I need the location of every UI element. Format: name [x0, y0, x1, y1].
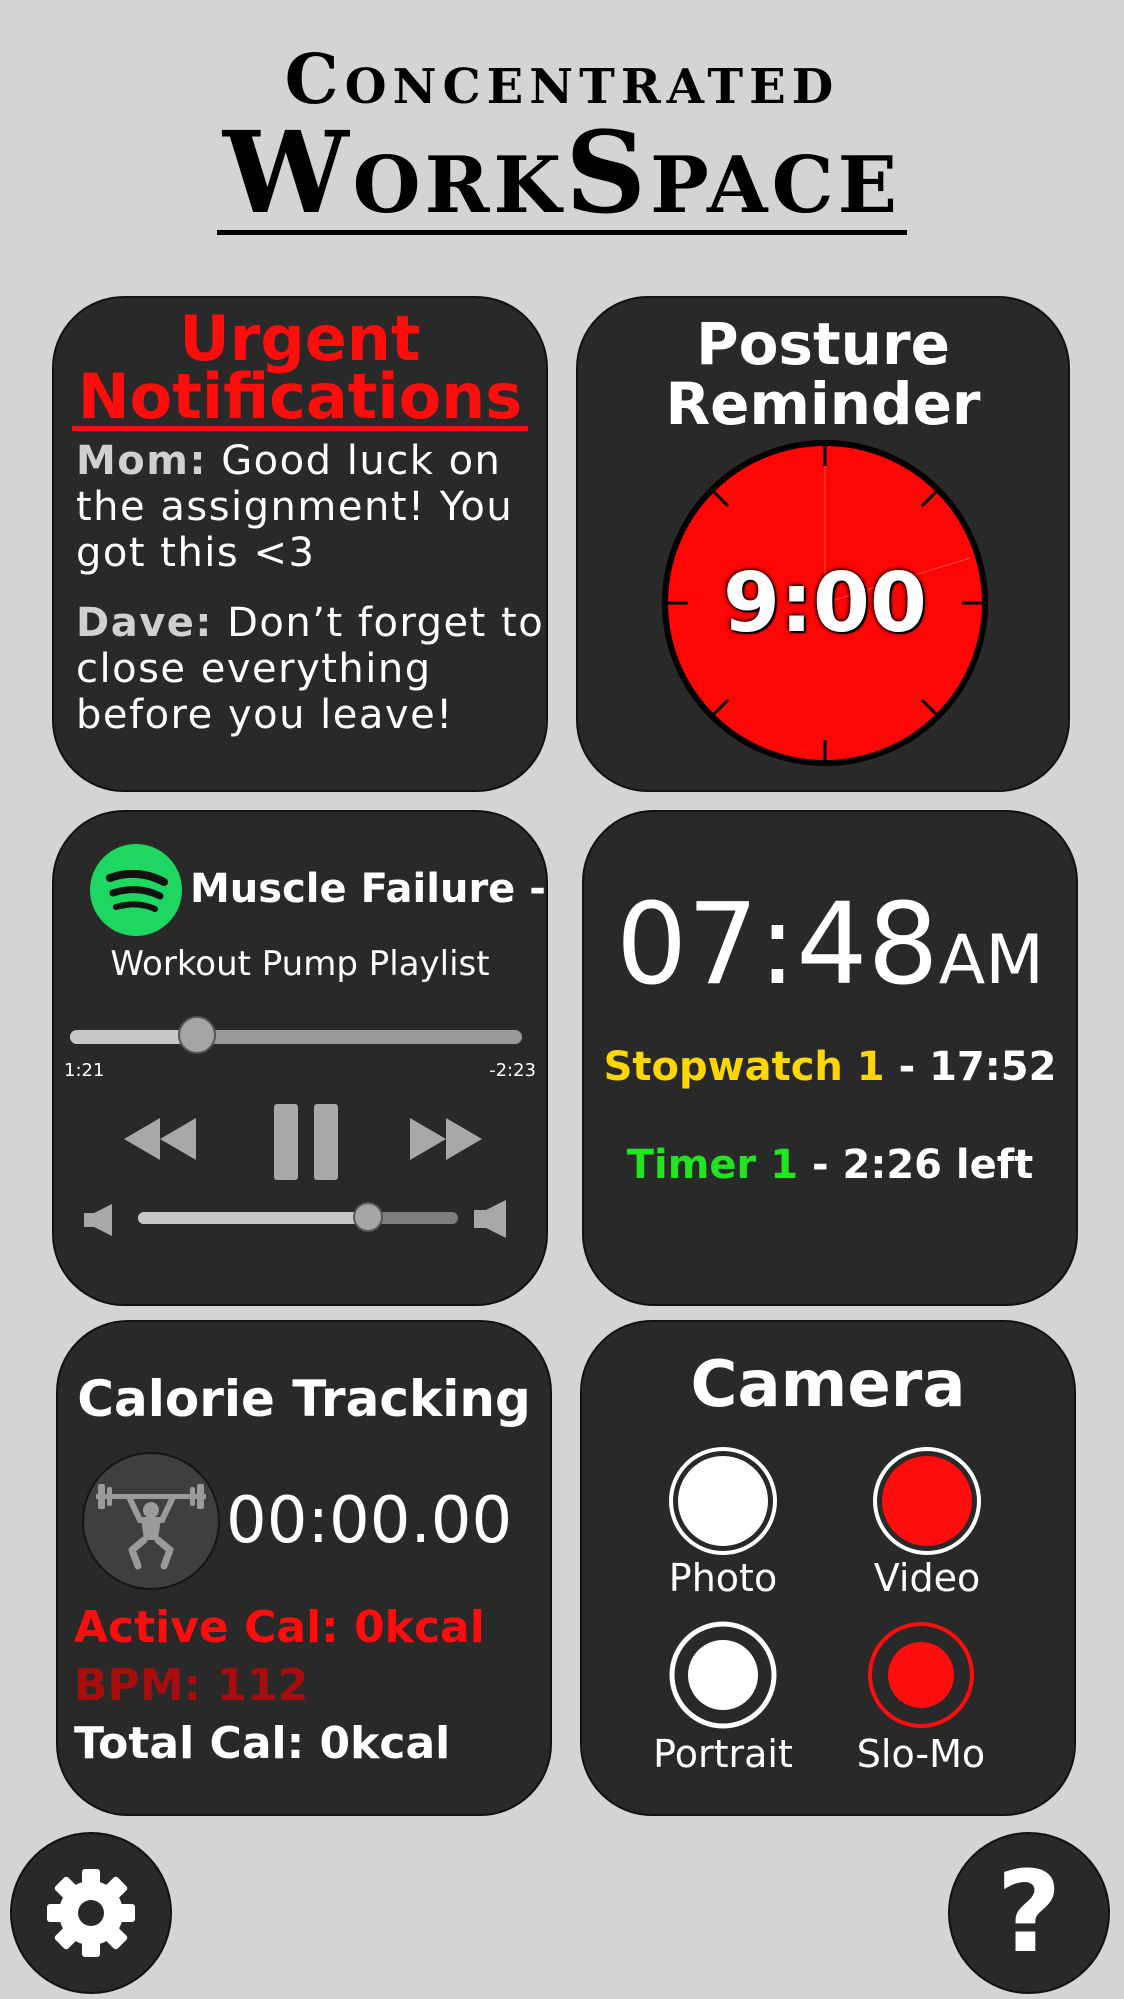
volume-handle[interactable]: [353, 1202, 384, 1232]
gear-icon: [47, 1869, 135, 1957]
camera-widget[interactable]: Camera Photo Video Portrait Slo-Mo: [580, 1320, 1076, 1816]
urgent-notifications-widget[interactable]: Urgent Notifications Mom: Good luck on t…: [52, 296, 548, 792]
calorie-tracking-widget[interactable]: Calorie Tracking 00:00.00 Active Cal: 0k…: [56, 1320, 552, 1816]
slomo-label[interactable]: Slo-Mo: [821, 1732, 1021, 1776]
clock-time-value: 07:48: [616, 880, 939, 1010]
notifications-title: Urgent Notifications: [54, 308, 546, 431]
stopwatch-label: Stopwatch 1: [603, 1044, 885, 1090]
song-title: Muscle Failure -: [190, 866, 546, 912]
message-sender: Mom:: [76, 438, 207, 484]
notification-message[interactable]: Dave: Don’t forget to close everything b…: [76, 600, 546, 738]
volume-low-icon[interactable]: [82, 1202, 116, 1238]
help-button[interactable]: ?: [948, 1832, 1110, 1994]
current-time: 07:48AM: [584, 880, 1076, 1010]
posture-title: Posture Reminder: [665, 310, 981, 438]
clock-ampm: AM: [938, 921, 1044, 1000]
clock-widget[interactable]: 07:48AM Stopwatch 1 - 17:52 Timer 1 - 2:…: [582, 810, 1078, 1306]
video-record-icon[interactable]: [872, 1446, 982, 1556]
rewind-icon[interactable]: [122, 1114, 198, 1164]
message-sender: Dave:: [76, 600, 213, 646]
slomo-record-icon[interactable]: [866, 1620, 976, 1730]
settings-button[interactable]: [10, 1832, 172, 1994]
workout-start-button[interactable]: [82, 1452, 220, 1590]
help-icon: ?: [996, 1848, 1062, 1978]
pause-icon[interactable]: [270, 1102, 342, 1182]
elapsed-time: 1:21: [64, 1060, 105, 1081]
active-calories: Active Cal: 0kcal: [74, 1602, 485, 1653]
heart-rate: BPM: 112: [74, 1660, 309, 1711]
app-title: Concentrated WorkSpace: [0, 40, 1124, 235]
photo-shutter-icon[interactable]: [668, 1446, 778, 1556]
portrait-shutter-icon[interactable]: [668, 1620, 778, 1730]
playlist-name: Workout Pump Playlist: [110, 944, 490, 984]
total-calories: Total Cal: 0kcal: [74, 1718, 451, 1769]
camera-title: Camera: [690, 1348, 966, 1422]
stopwatch-value: - 17:52: [884, 1044, 1057, 1090]
progress-handle[interactable]: [177, 1016, 216, 1054]
timer-value: - 2:26 left: [798, 1142, 1034, 1188]
posture-reminder-widget[interactable]: Posture Reminder 9:00: [576, 296, 1070, 792]
timer-label: Timer 1: [626, 1142, 799, 1188]
workout-timer: 00:00.00: [226, 1484, 513, 1558]
spotify-icon[interactable]: [90, 844, 182, 936]
calorie-title: Calorie Tracking: [77, 1370, 531, 1428]
remaining-time: -2:23: [489, 1060, 536, 1081]
fast-forward-icon[interactable]: [408, 1114, 484, 1164]
volume-slider[interactable]: [138, 1202, 458, 1232]
video-label[interactable]: Video: [827, 1556, 1027, 1600]
music-player-widget[interactable]: Muscle Failure - Workout Pump Playlist 1…: [52, 810, 548, 1306]
portrait-label[interactable]: Portrait: [623, 1732, 823, 1776]
app-title-line2: WorkSpace: [216, 118, 908, 235]
weightlifter-icon: [96, 1484, 206, 1570]
volume-fill: [138, 1212, 369, 1224]
posture-timer-value: 9:00: [723, 555, 927, 651]
stopwatch-row[interactable]: Stopwatch 1 - 17:52: [584, 1044, 1076, 1090]
timer-row[interactable]: Timer 1 - 2:26 left: [584, 1142, 1076, 1188]
notification-message[interactable]: Mom: Good luck on the assignment! You go…: [76, 438, 546, 576]
volume-high-icon[interactable]: [472, 1198, 508, 1240]
photo-label[interactable]: Photo: [623, 1556, 823, 1600]
playback-progress-bar[interactable]: [70, 1016, 522, 1054]
